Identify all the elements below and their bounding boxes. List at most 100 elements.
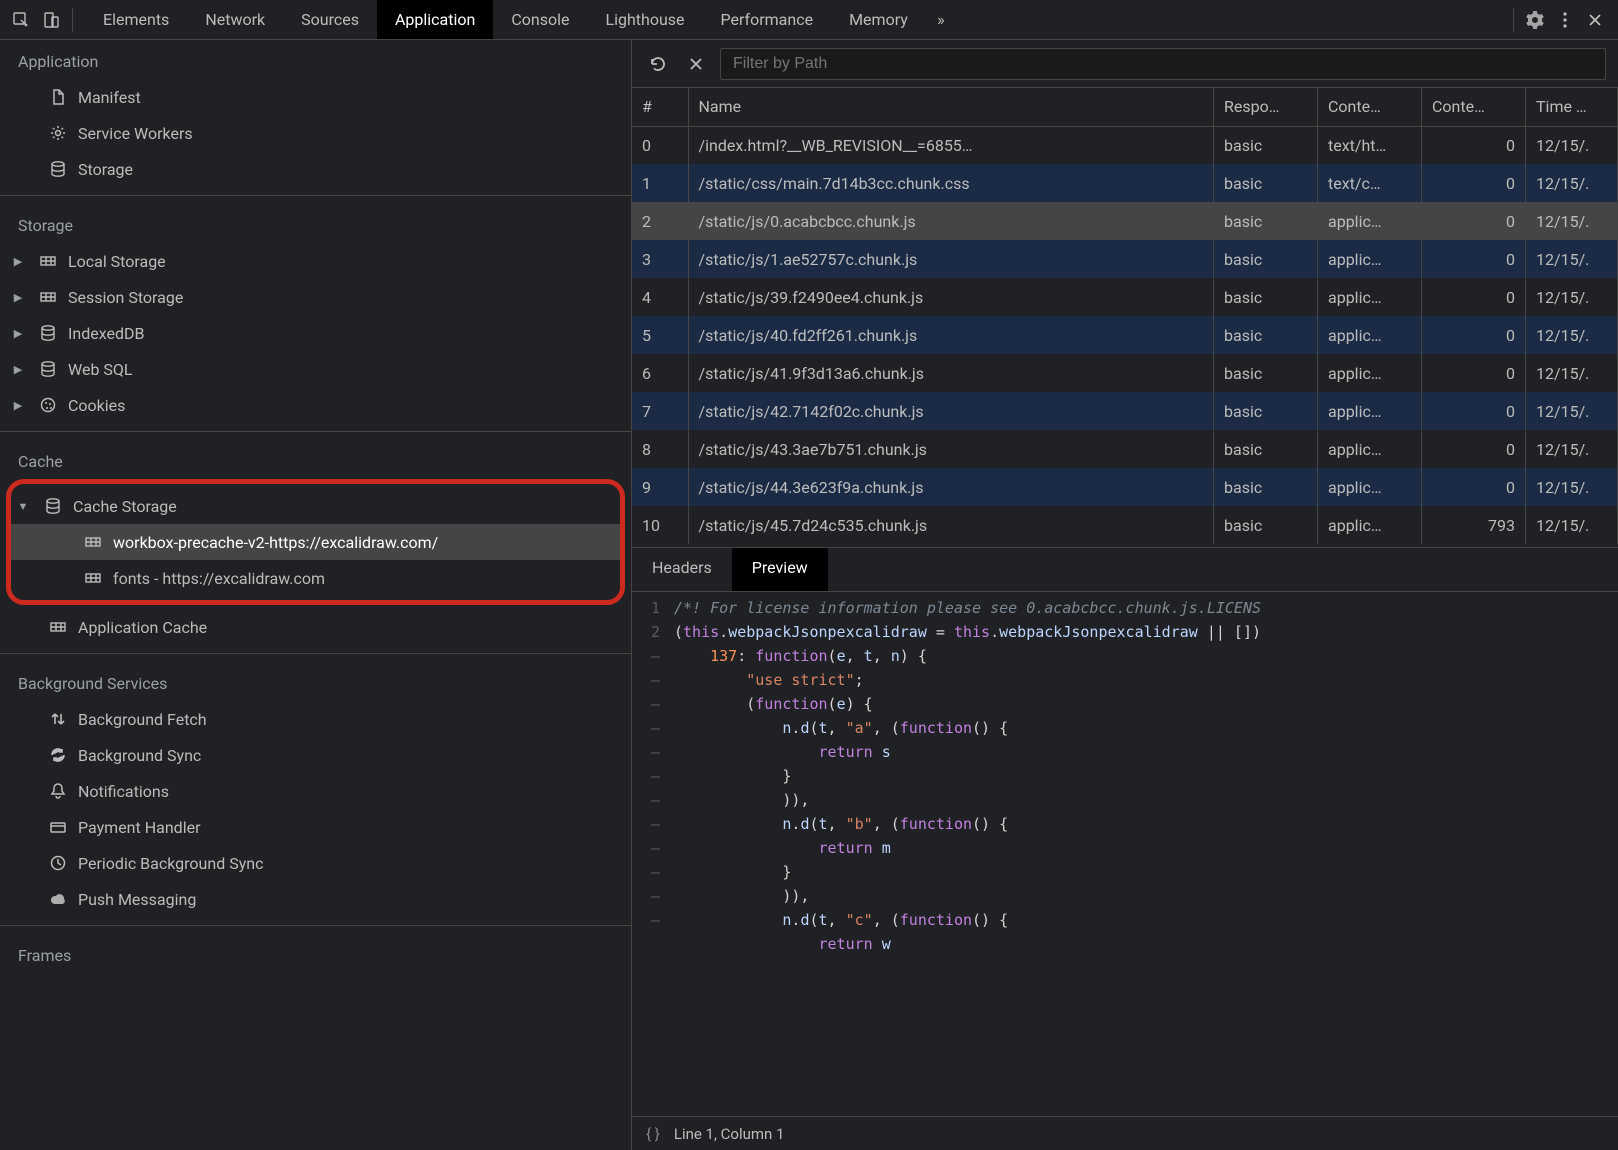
chevron-down-icon[interactable]: ▼: [17, 500, 29, 513]
filter-by-path-input[interactable]: [720, 48, 1606, 80]
sidebar-item-indexeddb[interactable]: ▶IndexedDB: [0, 315, 631, 351]
refresh-icon[interactable]: [644, 50, 672, 78]
cell-idx: 3: [632, 240, 688, 278]
panel-tab-console[interactable]: Console: [493, 0, 587, 39]
cell-clen: 0: [1422, 164, 1526, 202]
subtab-preview[interactable]: Preview: [732, 548, 828, 591]
cell-ctype: applic…: [1318, 392, 1422, 430]
cell-name: /static/css/main.7d14b3cc.chunk.css: [688, 164, 1214, 202]
cell-name: /static/js/44.3e623f9a.chunk.js: [688, 468, 1214, 506]
sidebar-item-fonts-https-excalidraw-com[interactable]: fonts - https://excalidraw.com: [11, 560, 620, 596]
col-content-length[interactable]: Conte…: [1422, 88, 1526, 126]
sidebar-item-label: Storage: [78, 160, 133, 179]
table-row[interactable]: 4/static/js/39.f2490ee4.chunk.jsbasicapp…: [632, 278, 1618, 316]
panel-tab-memory[interactable]: Memory: [831, 0, 926, 39]
col-content-type[interactable]: Conte…: [1318, 88, 1422, 126]
database-icon: [43, 496, 63, 516]
close-devtools-icon[interactable]: [1580, 5, 1610, 35]
col-name[interactable]: Name: [688, 88, 1214, 126]
sidebar-item-periodic-background-sync[interactable]: Periodic Background Sync: [0, 845, 631, 881]
cache-storage-highlight: ▼ Cache Storage workbox-precache-v2-https:…: [6, 479, 625, 605]
application-sidebar: Application ManifestService WorkersStora…: [0, 40, 632, 1150]
database-icon: [38, 359, 58, 379]
table-row[interactable]: 0/index.html?__WB_REVISION__=6855…basict…: [632, 126, 1618, 164]
sidebar-item-cache-storage[interactable]: ▼ Cache Storage: [11, 488, 620, 524]
grid-icon: [83, 568, 103, 588]
cell-ctype: applic…: [1318, 278, 1422, 316]
table-row[interactable]: 7/static/js/42.7142f02c.chunk.jsbasicapp…: [632, 392, 1618, 430]
panel-tab-lighthouse[interactable]: Lighthouse: [587, 0, 702, 39]
chevron-right-icon[interactable]: ▶: [12, 399, 24, 412]
chevron-right-icon[interactable]: ▶: [12, 291, 24, 304]
sidebar-item-web-sql[interactable]: ▶Web SQL: [0, 351, 631, 387]
sidebar-item-notifications[interactable]: Notifications: [0, 773, 631, 809]
cell-ctype: applic…: [1318, 468, 1422, 506]
database-icon: [48, 159, 68, 179]
sidebar-item-session-storage[interactable]: ▶Session Storage: [0, 279, 631, 315]
table-row[interactable]: 9/static/js/44.3e623f9a.chunk.jsbasicapp…: [632, 468, 1618, 506]
chevron-right-icon[interactable]: ▶: [12, 363, 24, 376]
sidebar-item-local-storage[interactable]: ▶Local Storage: [0, 243, 631, 279]
sidebar-item-service-workers[interactable]: Service Workers: [0, 115, 631, 151]
cell-clen: 0: [1422, 468, 1526, 506]
panel-tab-network[interactable]: Network: [187, 0, 283, 39]
editor-status-line: { } Line 1, Column 1: [632, 1116, 1618, 1150]
sidebar-item-application-cache[interactable]: Application Cache: [0, 609, 631, 645]
database-icon: [38, 323, 58, 343]
panel-tab-elements[interactable]: Elements: [85, 0, 187, 39]
cell-time: 12/15/.: [1526, 506, 1618, 544]
sidebar-item-label: Cache Storage: [73, 497, 177, 516]
cell-time: 12/15/.: [1526, 240, 1618, 278]
subtab-headers[interactable]: Headers: [632, 548, 732, 591]
cell-idx: 8: [632, 430, 688, 468]
panel-tab-sources[interactable]: Sources: [283, 0, 377, 39]
code-gutter: 12––––––––––––: [632, 592, 668, 1116]
table-row[interactable]: 8/static/js/43.3ae7b751.chunk.jsbasicapp…: [632, 430, 1618, 468]
cell-name: /static/js/41.9f3d13a6.chunk.js: [688, 354, 1214, 392]
cell-time: 12/15/.: [1526, 164, 1618, 202]
table-row[interactable]: 1/static/css/main.7d14b3cc.chunk.cssbasi…: [632, 164, 1618, 202]
grid-icon: [48, 617, 68, 637]
cell-clen: 0: [1422, 354, 1526, 392]
divider: [0, 653, 631, 654]
sidebar-item-push-messaging[interactable]: Push Messaging: [0, 881, 631, 917]
cell-name: /static/js/0.acabcbcc.chunk.js: [688, 202, 1214, 240]
panel-tab-performance[interactable]: Performance: [703, 0, 832, 39]
cell-ctype: applic…: [1318, 430, 1422, 468]
sidebar-item-label: Payment Handler: [78, 818, 201, 837]
sidebar-item-workbox-precache-v2-https-excalidraw-com[interactable]: workbox-precache-v2-https://excalidraw.c…: [11, 524, 620, 560]
settings-gear-icon[interactable]: [1520, 5, 1550, 35]
table-row[interactable]: 2/static/js/0.acabcbcc.chunk.jsbasicappl…: [632, 202, 1618, 240]
table-row[interactable]: 3/static/js/1.ae52757c.chunk.jsbasicappl…: [632, 240, 1618, 278]
sidebar-item-cookies[interactable]: ▶ Cookies: [0, 387, 631, 423]
cell-idx: 2: [632, 202, 688, 240]
cell-time: 12/15/.: [1526, 468, 1618, 506]
cell-resp: basic: [1214, 316, 1318, 354]
braces-icon[interactable]: { }: [646, 1125, 660, 1143]
chevron-right-icon[interactable]: ▶: [12, 255, 24, 268]
code-preview[interactable]: /*! For license information please see 0…: [668, 592, 1618, 1116]
table-row[interactable]: 5/static/js/40.fd2ff261.chunk.jsbasicapp…: [632, 316, 1618, 354]
chevron-right-icon[interactable]: ▶: [12, 327, 24, 340]
col-index[interactable]: #: [632, 88, 688, 126]
table-row[interactable]: 10/static/js/45.7d24c535.chunk.jsbasicap…: [632, 506, 1618, 544]
sidebar-item-label: Cookies: [68, 396, 125, 415]
delete-icon[interactable]: [682, 50, 710, 78]
panel-tab-application[interactable]: Application: [377, 0, 493, 39]
overflow-tabs-icon[interactable]: »: [926, 5, 956, 35]
sidebar-item-background-fetch[interactable]: Background Fetch: [0, 701, 631, 737]
table-row[interactable]: 6/static/js/41.9f3d13a6.chunk.jsbasicapp…: [632, 354, 1618, 392]
sidebar-item-storage[interactable]: Storage: [0, 151, 631, 187]
device-toolbar-icon[interactable]: [36, 5, 66, 35]
cell-clen: 0: [1422, 202, 1526, 240]
cell-idx: 4: [632, 278, 688, 316]
sidebar-item-background-sync[interactable]: Background Sync: [0, 737, 631, 773]
col-time-cached[interactable]: Time …: [1526, 88, 1618, 126]
inspect-element-icon[interactable]: [6, 5, 36, 35]
sidebar-item-payment-handler[interactable]: Payment Handler: [0, 809, 631, 845]
col-response[interactable]: Respo…: [1214, 88, 1318, 126]
cell-idx: 9: [632, 468, 688, 506]
sidebar-item-manifest[interactable]: Manifest: [0, 79, 631, 115]
kebab-menu-icon[interactable]: [1550, 5, 1580, 35]
cell-idx: 6: [632, 354, 688, 392]
